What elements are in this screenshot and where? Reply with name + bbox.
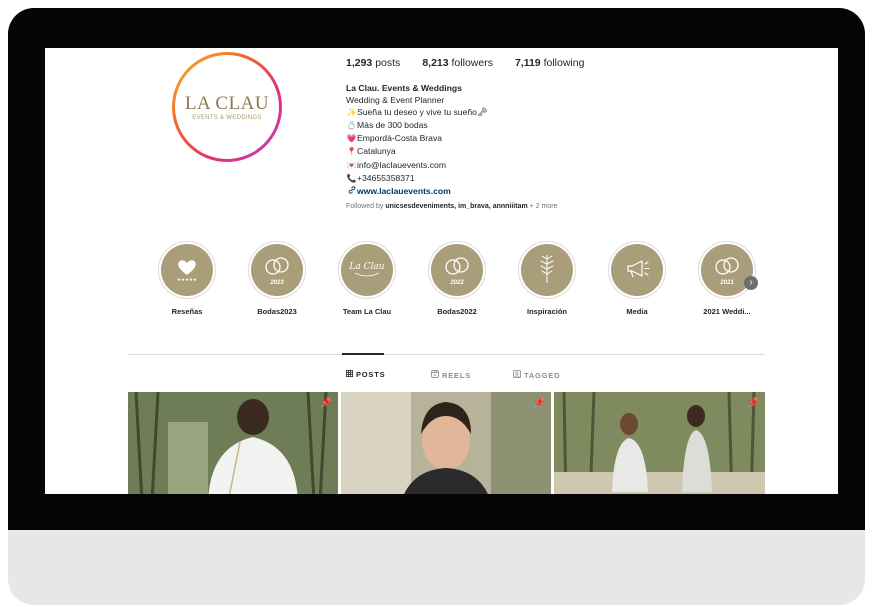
- followed-by[interactable]: Followed by unicsesdeveniments, im_brava…: [346, 203, 557, 210]
- highlight-team-la-clau[interactable]: La Clau Team La Clau: [327, 241, 407, 316]
- svg-text:★★★★★: ★★★★★: [177, 277, 197, 283]
- highlight-label: Bodas2022: [437, 307, 477, 316]
- profile-name: La Clau. Events & Weddings: [346, 83, 462, 93]
- pinned-icon: 📌: [319, 398, 332, 409]
- post-photo: [341, 392, 551, 494]
- post-thumbnail[interactable]: 📌: [341, 392, 551, 494]
- mail-icon: 💌: [346, 160, 357, 170]
- website-link[interactable]: www.laclauevents.com: [357, 186, 451, 196]
- highlight-resenas[interactable]: ★★★★★ Reseñas: [147, 241, 227, 316]
- post-thumbnail[interactable]: 📌: [128, 392, 338, 494]
- flower-icon: [532, 251, 562, 290]
- tab-tagged[interactable]: TAGGED: [513, 370, 560, 380]
- posts-grid: 📌 📌 📌: [128, 392, 765, 494]
- tab-reels[interactable]: REELS: [431, 370, 471, 380]
- website-row[interactable]: www.laclauevents.com: [346, 185, 488, 198]
- highlight-label: 2021 Weddi...: [703, 307, 751, 316]
- bio-line: Wedding & Event Planner: [346, 95, 445, 106]
- highlight-label: Team La Clau: [342, 307, 392, 316]
- chevron-right-icon: ›: [749, 277, 753, 288]
- avatar-logo-subtext: EVENTS & WEDDINGS: [192, 114, 262, 121]
- pin-icon: 📍: [346, 147, 357, 157]
- pinned-icon: 📌: [532, 398, 545, 409]
- stat-followers[interactable]: 8,213 followers: [422, 57, 493, 69]
- rings-icon: [442, 255, 472, 282]
- bio-line: 💌info@laclauevents.com: [346, 159, 488, 172]
- stat-posts: 1,293 posts: [346, 57, 401, 69]
- post-thumbnail[interactable]: 📌: [554, 392, 765, 494]
- reels-icon: [431, 370, 439, 380]
- tab-posts[interactable]: POSTS: [346, 370, 385, 379]
- highlights-next-button[interactable]: ›: [744, 276, 758, 290]
- bio-line: 📍Catalunya: [346, 145, 488, 158]
- rings-icon: [712, 255, 742, 282]
- link-icon: [346, 186, 357, 198]
- ring-icon: 💍: [346, 121, 357, 131]
- megaphone-icon: [622, 255, 652, 286]
- tagged-icon: [513, 370, 521, 380]
- stat-following[interactable]: 7,119 following: [515, 57, 584, 69]
- post-photo: [128, 392, 338, 494]
- highlight-label: Reseñas: [171, 307, 203, 316]
- bio-line: 📞+34655358371: [346, 172, 488, 185]
- phone-icon: 📞: [346, 173, 357, 183]
- heart-stars-icon: ★★★★★: [172, 253, 202, 288]
- bio-line: 💍Más de 300 bodas: [346, 119, 488, 132]
- sparkle-icon: ✨: [346, 108, 357, 118]
- monitor-bezel: LA CLAU EVENTS & WEDDINGS 1,293 posts 8,…: [8, 8, 865, 530]
- svg-text:La Clau: La Clau: [349, 262, 385, 272]
- highlight-media[interactable]: Media: [597, 241, 677, 316]
- monitor-stand-base: [8, 530, 865, 605]
- tabs-divider: [128, 354, 765, 355]
- rings-icon: [262, 255, 292, 282]
- profile-avatar[interactable]: LA CLAU EVENTS & WEDDINGS: [172, 52, 282, 162]
- heart-icon: 💗: [346, 134, 357, 144]
- bio-line: 💗Empordà-Costa Brava: [346, 132, 488, 145]
- monitor-frame: LA CLAU EVENTS & WEDDINGS 1,293 posts 8,…: [8, 8, 865, 605]
- grid-icon: [346, 370, 353, 379]
- post-photo: [554, 392, 765, 494]
- pinned-icon: 📌: [746, 398, 759, 409]
- bio-line: ✨Sueña tu deseo y vive tu sueño🗝: [346, 106, 488, 119]
- highlight-bodas2023[interactable]: 2023 Bodas2023: [237, 241, 317, 316]
- logo-script-icon: La Clau: [348, 253, 385, 288]
- avatar-logo-text: LA CLAU: [184, 92, 270, 114]
- highlight-bodas2022[interactable]: 2022 Bodas2022: [417, 241, 497, 316]
- profile-bio: La Clau. Events & Weddings Wedding & Eve…: [346, 82, 488, 198]
- active-tab-indicator: [342, 353, 384, 355]
- highlight-label: Media: [626, 307, 648, 316]
- highlight-label: Inspiración: [526, 307, 567, 316]
- highlight-label: Bodas2023: [257, 307, 297, 316]
- instagram-profile-screen: LA CLAU EVENTS & WEDDINGS 1,293 posts 8,…: [45, 48, 838, 494]
- highlight-inspiracion[interactable]: Inspiración: [507, 241, 587, 316]
- profile-stats: 1,293 posts 8,213 followers 7,119 follow…: [346, 57, 584, 69]
